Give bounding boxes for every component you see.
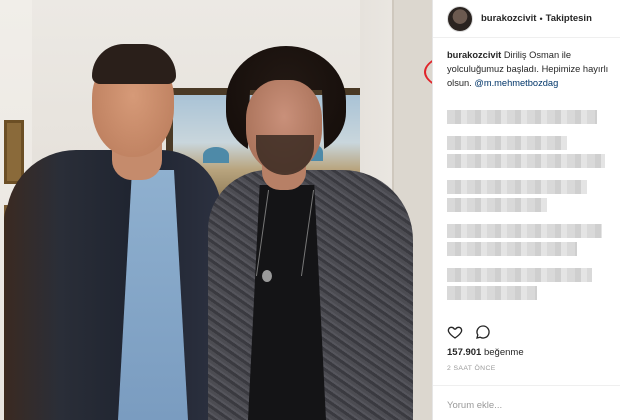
- post-sidebar: burakozcivit • Takiptesin burakozcivit D…: [432, 0, 620, 420]
- post-actions: [447, 322, 491, 342]
- person-left-hair: [92, 44, 176, 84]
- person-left-jacket: [6, 150, 221, 420]
- blurred-comment: [447, 242, 577, 256]
- blurred-comment: [447, 268, 592, 282]
- likes-count[interactable]: 157.901 beğenme: [447, 347, 524, 358]
- blurred-comment: [447, 286, 537, 300]
- blurred-comment: [447, 136, 567, 150]
- follow-status-button[interactable]: Takiptesin: [546, 13, 592, 24]
- caption-mention-link[interactable]: @m.mehmetbozdag: [474, 78, 558, 88]
- post-caption: burakozcivit Diriliş Osman ile yolculuğu…: [447, 48, 615, 90]
- post-photo[interactable]: [0, 0, 432, 420]
- comment-icon[interactable]: [475, 324, 491, 340]
- caption-username[interactable]: burakozcivit: [447, 50, 501, 60]
- likes-label: beğenme: [483, 347, 524, 358]
- photo-frame-left: [4, 120, 24, 184]
- header-username[interactable]: burakozcivit: [481, 13, 536, 24]
- painting-dome: [203, 147, 229, 163]
- blurred-comment: [447, 198, 547, 212]
- heart-icon[interactable]: [447, 324, 463, 340]
- blurred-comment: [447, 180, 587, 194]
- blurred-comment: [447, 224, 602, 238]
- post-timestamp[interactable]: 2 SAAT ÖNCE: [447, 365, 496, 372]
- blurred-comment: [447, 154, 605, 168]
- person-right-pendant: [262, 270, 272, 282]
- comment-input[interactable]: [447, 397, 607, 413]
- likes-number: 157.901: [447, 347, 482, 358]
- comment-bar: [433, 385, 620, 420]
- blurred-comments: [447, 110, 609, 315]
- avatar[interactable]: [447, 5, 473, 32]
- blurred-comment: [447, 110, 597, 124]
- header-separator: •: [539, 13, 543, 24]
- post-header: burakozcivit • Takiptesin: [433, 0, 620, 38]
